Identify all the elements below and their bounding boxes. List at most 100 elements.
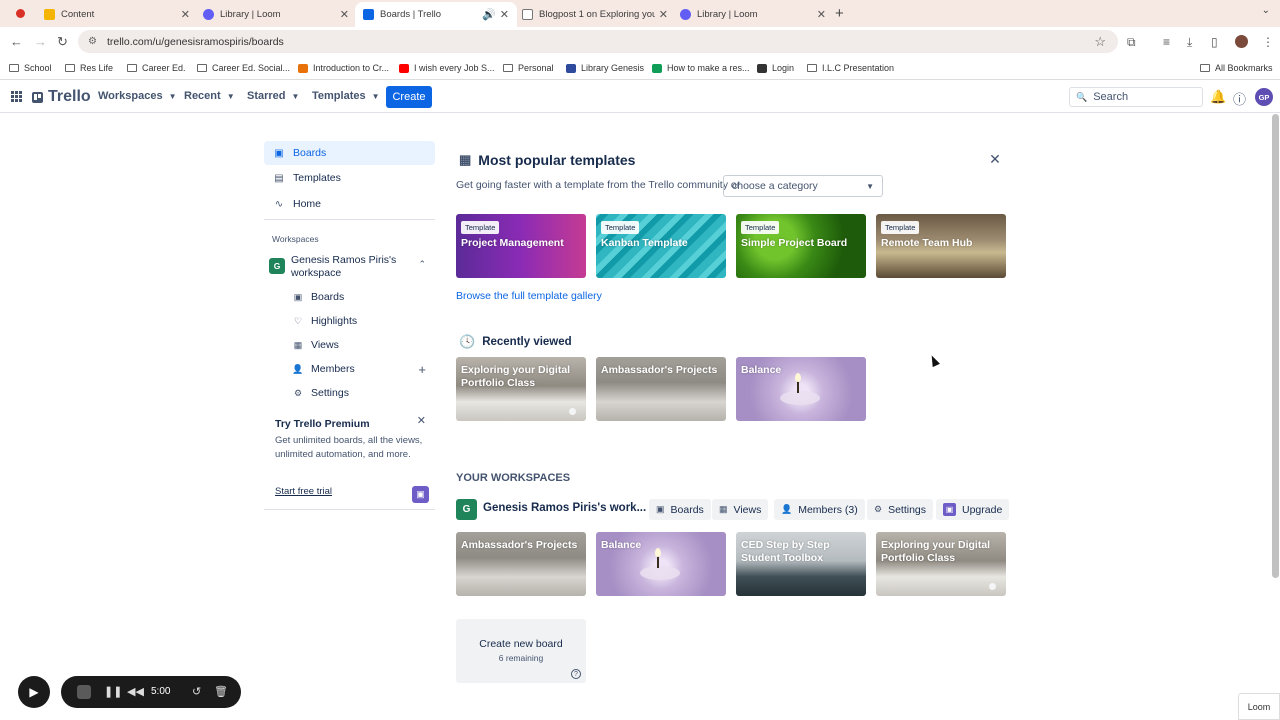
workspace-upgrade-button[interactable]: ▣ Upgrade [936, 499, 1010, 520]
sidebar-subitem-boards[interactable]: ▣ Boards [292, 286, 432, 308]
download-icon[interactable]: ⤓ [1187, 35, 1192, 50]
workspace-members-button[interactable]: 👤 Members (3) [774, 499, 865, 520]
menu-recent[interactable]: Recent ▼ [184, 90, 235, 102]
stop-recording-button[interactable] [77, 685, 91, 699]
notifications-bell-icon[interactable]: 🔔 [1210, 89, 1226, 105]
category-select[interactable]: choose a category ▼ [723, 175, 883, 197]
add-member-plus-icon[interactable]: + [418, 362, 426, 377]
workspace-board-ced-toolbox[interactable]: CED Step by Step Student Toolbox [736, 532, 866, 596]
bookmark-library-genesis[interactable]: Library Genesis [566, 63, 644, 73]
workspace-badge: G [269, 258, 285, 274]
template-tile-project-management[interactable]: Template Project Management [456, 214, 586, 278]
new-tab-icon[interactable]: + [835, 5, 844, 22]
recent-board-balance[interactable]: Balance [736, 357, 866, 421]
menu-workspaces[interactable]: Workspaces ▼ [98, 90, 177, 102]
user-avatar[interactable]: GP [1255, 88, 1273, 106]
youtube-icon [399, 63, 409, 73]
tab-search-chevron-icon[interactable]: ⌄ [1262, 5, 1270, 16]
sidebar-divider [264, 219, 435, 220]
side-panel-icon[interactable]: ▯ [1211, 35, 1218, 49]
workspace-views-button[interactable]: ▦ Views [712, 499, 769, 520]
template-tile-kanban[interactable]: Template Kanban Template [596, 214, 726, 278]
site-info-icon[interactable]: ⚙ [88, 36, 97, 47]
browser-profile-avatar[interactable] [1235, 35, 1248, 48]
sidebar-workspace-toggle[interactable]: G Genesis Ramos Piris's workspace ⌃ [269, 254, 432, 280]
close-icon[interactable]: ✕ [417, 414, 426, 427]
tab-close-icon[interactable]: ✕ [659, 8, 668, 21]
loom-badge[interactable]: Loom [1238, 693, 1280, 720]
browser-menu-icon[interactable]: ⋮ [1262, 35, 1274, 49]
sidebar-item-templates[interactable]: ▤ Templates [264, 166, 435, 190]
browser-tab-content[interactable]: Content ✕ [36, 2, 198, 27]
tab-close-icon[interactable]: ✕ [181, 8, 190, 21]
sidebar-item-home[interactable]: ∿ Home [264, 192, 435, 216]
close-templates-button[interactable]: ✕ [985, 149, 1005, 169]
bookmark-career-ed[interactable]: Career Ed. [127, 63, 186, 73]
menu-starred[interactable]: Starred ▼ [247, 90, 299, 102]
sidebar-subitem-settings[interactable]: ⚙ Settings [292, 382, 432, 404]
browser-tab-loom-2[interactable]: Library | Loom ✕ [672, 2, 834, 27]
extensions-puzzle-icon[interactable]: ⧉ [1127, 35, 1136, 50]
search-input[interactable]: 🔍 Search [1069, 87, 1203, 107]
trash-icon[interactable]: 🗑 [214, 685, 228, 698]
workspace-board-ambassadors-projects[interactable]: Ambassador's Projects [456, 532, 586, 596]
bookmark-ilc-presentation[interactable]: I.L.C Presentation [807, 63, 894, 73]
trello-logo[interactable]: Trello [32, 88, 91, 106]
template-tile-simple-project-board[interactable]: Template Simple Project Board [736, 214, 866, 278]
views-grid-icon: ▦ [719, 504, 728, 514]
board-status-dot [989, 583, 996, 590]
sidebar-subitem-views[interactable]: ▦ Views [292, 334, 432, 356]
app-switcher-icon[interactable] [11, 91, 22, 102]
bookmark-personal[interactable]: Personal [503, 63, 554, 73]
search-icon: 🔍 [1076, 91, 1088, 102]
bookmark-career-ed-social[interactable]: Career Ed. Social... [197, 63, 290, 73]
bookmark-res-life[interactable]: Res Life [65, 63, 113, 73]
candle-graphic [640, 566, 680, 580]
browser-tab-blogpost[interactable]: Blogpost 1 on Exploring your ✕ [514, 2, 676, 27]
bookmark-login[interactable]: Login [757, 63, 794, 73]
tab-close-icon[interactable]: ✕ [500, 8, 509, 21]
workspace-board-digital-portfolio[interactable]: Exploring your Digital Portfolio Class [876, 532, 1006, 596]
bookmark-introduction[interactable]: Introduction to Cr... [298, 63, 389, 73]
all-bookmarks[interactable]: All Bookmarks [1200, 63, 1273, 73]
restart-icon[interactable]: ↺ [192, 685, 201, 698]
create-new-board-button[interactable]: Create new board 6 remaining ? [456, 619, 586, 683]
recent-board-digital-portfolio[interactable]: Exploring your Digital Portfolio Class [456, 357, 586, 421]
help-icon[interactable]: ⓘ [1233, 89, 1246, 108]
sidebar-subitem-highlights[interactable]: ♡ Highlights [292, 310, 432, 332]
bookmark-star-icon[interactable]: ☆ [1094, 34, 1106, 50]
template-tile-remote-team-hub[interactable]: Template Remote Team Hub [876, 214, 1006, 278]
back-arrow-icon[interactable]: ← [10, 34, 23, 49]
sidebar-subitem-members[interactable]: 👤 Members + [292, 358, 432, 380]
template-board-icon: ▦ [459, 152, 472, 167]
loom-camera-button[interactable]: ▶ [18, 676, 50, 708]
menu-templates[interactable]: Templates ▼ [312, 90, 380, 102]
rewind-icon[interactable]: ◀◀ [127, 685, 144, 698]
tab-close-icon[interactable]: ✕ [340, 8, 349, 21]
help-question-icon[interactable]: ? [571, 669, 581, 679]
workspace-board-balance[interactable]: Balance [596, 532, 726, 596]
page-scrollbar[interactable] [1272, 114, 1279, 578]
recent-board-ambassadors-projects[interactable]: Ambassador's Projects [596, 357, 726, 421]
browser-tab-trello[interactable]: Boards | Trello 🔊 ✕ [355, 2, 517, 27]
workspace-bar: G Genesis Ramos Piris's work... ▣ Boards … [456, 499, 1010, 520]
workspace-boards-button[interactable]: ▣ Boards [649, 499, 711, 520]
start-free-trial-link[interactable]: Start free trial [275, 486, 332, 497]
workspace-settings-button[interactable]: ⚙ Settings [867, 499, 934, 520]
your-workspaces-heading: YOUR WORKSPACES [456, 472, 571, 484]
tab-close-icon[interactable]: ✕ [817, 8, 826, 21]
bookmark-school[interactable]: School [9, 63, 52, 73]
forward-arrow-icon[interactable]: → [34, 34, 47, 49]
tab-audio-icon[interactable]: 🔊 [482, 8, 496, 21]
browser-tab-loom-1[interactable]: Library | Loom ✕ [195, 2, 357, 27]
sidebar-item-boards[interactable]: ▣ Boards [264, 141, 435, 165]
pause-icon[interactable]: ❚❚ [104, 685, 122, 698]
browse-template-gallery-link[interactable]: Browse the full template gallery [456, 290, 602, 302]
candle-flame-graphic [655, 548, 661, 568]
bookmark-youtube[interactable]: I wish every Job S... [399, 63, 495, 73]
reload-icon[interactable]: ↻ [57, 34, 68, 50]
bookmark-how-to-resume[interactable]: How to make a res... [652, 63, 750, 73]
url-input[interactable]: ⚙ trello.com/u/genesisramospiris/boards … [78, 30, 1118, 53]
create-button[interactable]: Create [386, 86, 432, 108]
media-controls-icon[interactable]: ≡ [1163, 35, 1170, 49]
